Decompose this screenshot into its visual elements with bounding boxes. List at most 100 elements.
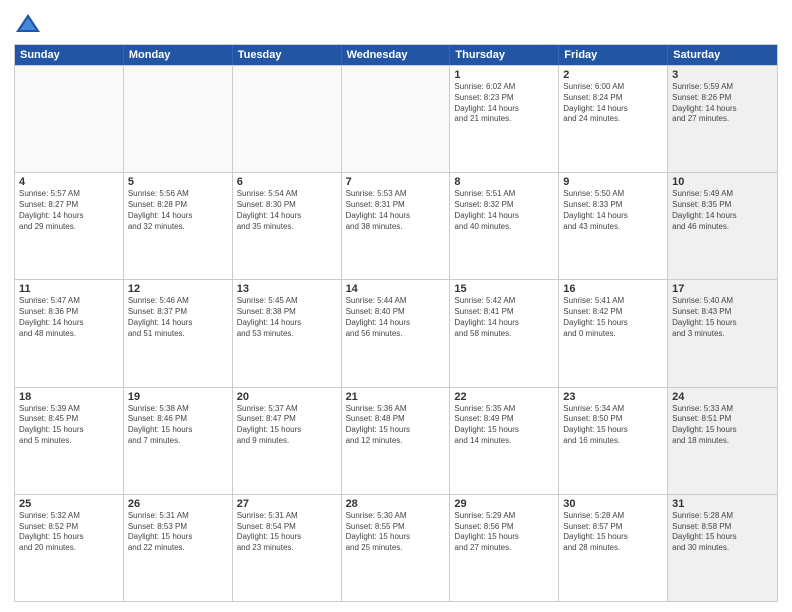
- cal-cell-day-9: 9Sunrise: 5:50 AM Sunset: 8:33 PM Daylig…: [559, 173, 668, 279]
- cal-cell-day-13: 13Sunrise: 5:45 AM Sunset: 8:38 PM Dayli…: [233, 280, 342, 386]
- cal-cell-day-31: 31Sunrise: 5:28 AM Sunset: 8:58 PM Dayli…: [668, 495, 777, 601]
- cal-cell-day-24: 24Sunrise: 5:33 AM Sunset: 8:51 PM Dayli…: [668, 388, 777, 494]
- cal-header-monday: Monday: [124, 45, 233, 65]
- cal-week-1: 1Sunrise: 6:02 AM Sunset: 8:23 PM Daylig…: [15, 65, 777, 172]
- day-number: 26: [128, 498, 228, 510]
- day-info: Sunrise: 5:53 AM Sunset: 8:31 PM Dayligh…: [346, 189, 446, 232]
- day-info: Sunrise: 5:32 AM Sunset: 8:52 PM Dayligh…: [19, 511, 119, 554]
- cal-cell-day-14: 14Sunrise: 5:44 AM Sunset: 8:40 PM Dayli…: [342, 280, 451, 386]
- cal-cell-empty: [124, 66, 233, 172]
- cal-week-2: 4Sunrise: 5:57 AM Sunset: 8:27 PM Daylig…: [15, 172, 777, 279]
- day-number: 18: [19, 391, 119, 403]
- day-number: 6: [237, 176, 337, 188]
- logo-icon: [14, 10, 42, 38]
- cal-cell-day-7: 7Sunrise: 5:53 AM Sunset: 8:31 PM Daylig…: [342, 173, 451, 279]
- day-info: Sunrise: 5:33 AM Sunset: 8:51 PM Dayligh…: [672, 404, 773, 447]
- day-number: 19: [128, 391, 228, 403]
- cal-cell-day-8: 8Sunrise: 5:51 AM Sunset: 8:32 PM Daylig…: [450, 173, 559, 279]
- day-number: 28: [346, 498, 446, 510]
- day-number: 9: [563, 176, 663, 188]
- day-info: Sunrise: 5:40 AM Sunset: 8:43 PM Dayligh…: [672, 296, 773, 339]
- day-info: Sunrise: 5:47 AM Sunset: 8:36 PM Dayligh…: [19, 296, 119, 339]
- day-number: 15: [454, 283, 554, 295]
- logo: [14, 10, 46, 38]
- cal-cell-empty: [342, 66, 451, 172]
- day-number: 13: [237, 283, 337, 295]
- day-info: Sunrise: 5:38 AM Sunset: 8:46 PM Dayligh…: [128, 404, 228, 447]
- cal-cell-day-1: 1Sunrise: 6:02 AM Sunset: 8:23 PM Daylig…: [450, 66, 559, 172]
- cal-cell-day-27: 27Sunrise: 5:31 AM Sunset: 8:54 PM Dayli…: [233, 495, 342, 601]
- day-number: 17: [672, 283, 773, 295]
- day-number: 14: [346, 283, 446, 295]
- day-info: Sunrise: 5:42 AM Sunset: 8:41 PM Dayligh…: [454, 296, 554, 339]
- day-number: 7: [346, 176, 446, 188]
- day-info: Sunrise: 5:39 AM Sunset: 8:45 PM Dayligh…: [19, 404, 119, 447]
- day-number: 27: [237, 498, 337, 510]
- day-number: 12: [128, 283, 228, 295]
- day-number: 20: [237, 391, 337, 403]
- day-info: Sunrise: 5:34 AM Sunset: 8:50 PM Dayligh…: [563, 404, 663, 447]
- cal-cell-day-12: 12Sunrise: 5:46 AM Sunset: 8:37 PM Dayli…: [124, 280, 233, 386]
- day-info: Sunrise: 5:36 AM Sunset: 8:48 PM Dayligh…: [346, 404, 446, 447]
- day-info: Sunrise: 6:00 AM Sunset: 8:24 PM Dayligh…: [563, 82, 663, 125]
- cal-week-4: 18Sunrise: 5:39 AM Sunset: 8:45 PM Dayli…: [15, 387, 777, 494]
- day-info: Sunrise: 5:57 AM Sunset: 8:27 PM Dayligh…: [19, 189, 119, 232]
- day-number: 21: [346, 391, 446, 403]
- day-info: Sunrise: 5:37 AM Sunset: 8:47 PM Dayligh…: [237, 404, 337, 447]
- cal-cell-day-17: 17Sunrise: 5:40 AM Sunset: 8:43 PM Dayli…: [668, 280, 777, 386]
- day-number: 22: [454, 391, 554, 403]
- cal-week-3: 11Sunrise: 5:47 AM Sunset: 8:36 PM Dayli…: [15, 279, 777, 386]
- day-info: Sunrise: 5:31 AM Sunset: 8:54 PM Dayligh…: [237, 511, 337, 554]
- calendar-body: 1Sunrise: 6:02 AM Sunset: 8:23 PM Daylig…: [15, 65, 777, 601]
- cal-header-tuesday: Tuesday: [233, 45, 342, 65]
- cal-cell-day-2: 2Sunrise: 6:00 AM Sunset: 8:24 PM Daylig…: [559, 66, 668, 172]
- day-info: Sunrise: 5:51 AM Sunset: 8:32 PM Dayligh…: [454, 189, 554, 232]
- cal-cell-empty: [15, 66, 124, 172]
- header: [14, 10, 778, 38]
- day-info: Sunrise: 5:44 AM Sunset: 8:40 PM Dayligh…: [346, 296, 446, 339]
- cal-cell-day-3: 3Sunrise: 5:59 AM Sunset: 8:26 PM Daylig…: [668, 66, 777, 172]
- day-number: 25: [19, 498, 119, 510]
- day-info: Sunrise: 5:41 AM Sunset: 8:42 PM Dayligh…: [563, 296, 663, 339]
- day-info: Sunrise: 5:46 AM Sunset: 8:37 PM Dayligh…: [128, 296, 228, 339]
- day-info: Sunrise: 5:30 AM Sunset: 8:55 PM Dayligh…: [346, 511, 446, 554]
- day-info: Sunrise: 5:59 AM Sunset: 8:26 PM Dayligh…: [672, 82, 773, 125]
- cal-cell-day-19: 19Sunrise: 5:38 AM Sunset: 8:46 PM Dayli…: [124, 388, 233, 494]
- cal-cell-day-26: 26Sunrise: 5:31 AM Sunset: 8:53 PM Dayli…: [124, 495, 233, 601]
- page: SundayMondayTuesdayWednesdayThursdayFrid…: [0, 0, 792, 612]
- cal-cell-day-5: 5Sunrise: 5:56 AM Sunset: 8:28 PM Daylig…: [124, 173, 233, 279]
- cal-header-friday: Friday: [559, 45, 668, 65]
- day-number: 11: [19, 283, 119, 295]
- cal-header-thursday: Thursday: [450, 45, 559, 65]
- cal-cell-empty: [233, 66, 342, 172]
- day-info: Sunrise: 5:35 AM Sunset: 8:49 PM Dayligh…: [454, 404, 554, 447]
- cal-cell-day-22: 22Sunrise: 5:35 AM Sunset: 8:49 PM Dayli…: [450, 388, 559, 494]
- day-number: 8: [454, 176, 554, 188]
- cal-header-saturday: Saturday: [668, 45, 777, 65]
- cal-cell-day-30: 30Sunrise: 5:28 AM Sunset: 8:57 PM Dayli…: [559, 495, 668, 601]
- cal-cell-day-29: 29Sunrise: 5:29 AM Sunset: 8:56 PM Dayli…: [450, 495, 559, 601]
- cal-cell-day-18: 18Sunrise: 5:39 AM Sunset: 8:45 PM Dayli…: [15, 388, 124, 494]
- cal-cell-day-4: 4Sunrise: 5:57 AM Sunset: 8:27 PM Daylig…: [15, 173, 124, 279]
- calendar-header: SundayMondayTuesdayWednesdayThursdayFrid…: [15, 45, 777, 65]
- day-info: Sunrise: 5:49 AM Sunset: 8:35 PM Dayligh…: [672, 189, 773, 232]
- day-number: 16: [563, 283, 663, 295]
- day-info: Sunrise: 5:29 AM Sunset: 8:56 PM Dayligh…: [454, 511, 554, 554]
- cal-cell-day-11: 11Sunrise: 5:47 AM Sunset: 8:36 PM Dayli…: [15, 280, 124, 386]
- cal-header-sunday: Sunday: [15, 45, 124, 65]
- cal-cell-day-23: 23Sunrise: 5:34 AM Sunset: 8:50 PM Dayli…: [559, 388, 668, 494]
- cal-cell-day-28: 28Sunrise: 5:30 AM Sunset: 8:55 PM Dayli…: [342, 495, 451, 601]
- day-info: Sunrise: 6:02 AM Sunset: 8:23 PM Dayligh…: [454, 82, 554, 125]
- day-number: 3: [672, 69, 773, 81]
- day-info: Sunrise: 5:54 AM Sunset: 8:30 PM Dayligh…: [237, 189, 337, 232]
- day-number: 31: [672, 498, 773, 510]
- day-info: Sunrise: 5:31 AM Sunset: 8:53 PM Dayligh…: [128, 511, 228, 554]
- cal-cell-day-6: 6Sunrise: 5:54 AM Sunset: 8:30 PM Daylig…: [233, 173, 342, 279]
- day-number: 30: [563, 498, 663, 510]
- cal-header-wednesday: Wednesday: [342, 45, 451, 65]
- cal-cell-day-20: 20Sunrise: 5:37 AM Sunset: 8:47 PM Dayli…: [233, 388, 342, 494]
- day-number: 29: [454, 498, 554, 510]
- day-number: 2: [563, 69, 663, 81]
- cal-cell-day-21: 21Sunrise: 5:36 AM Sunset: 8:48 PM Dayli…: [342, 388, 451, 494]
- day-number: 24: [672, 391, 773, 403]
